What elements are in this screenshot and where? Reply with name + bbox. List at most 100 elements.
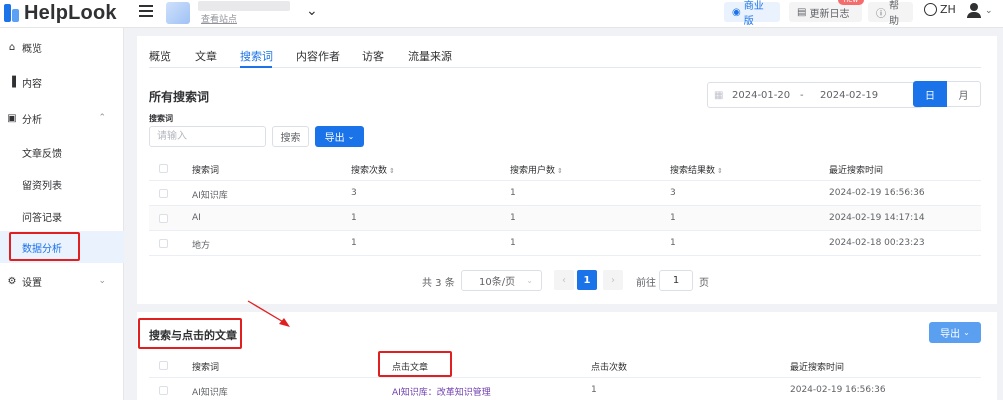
sidebar-subitem-qa-records[interactable]: 问答记录 — [0, 200, 124, 232]
tab-overview[interactable]: 概览 — [149, 48, 171, 64]
view-site-link[interactable]: 查看站点 — [201, 12, 237, 25]
tab-articles[interactable]: 文章 — [195, 48, 217, 64]
table-header-row: 搜索词 搜索次数 ⇕ 搜索用户数 ⇕ 搜索结果数 ⇕ 最近搜索时间 — [149, 156, 981, 181]
calendar-icon: ▦ — [714, 89, 724, 101]
export-label: 导出 — [324, 133, 345, 144]
help-label: 帮助 — [889, 1, 899, 27]
goto-label: 前往 — [636, 278, 656, 289]
chevron-down-icon: ⌄ — [526, 276, 533, 285]
section-title-search-terms: 所有搜索词 — [149, 90, 210, 104]
cell-results: 1 — [670, 213, 676, 223]
business-plan-label: 商业版 — [743, 1, 764, 27]
home-icon: ⌂ — [8, 41, 16, 53]
select-all-checkbox[interactable] — [159, 361, 168, 370]
sidebar-item-settings[interactable]: ⚙ 设置 ⌄ — [0, 265, 124, 297]
table-row: AI知识库 3 1 3 2024-02-19 16:56:36 — [149, 181, 981, 206]
sidebar-subitem-data-analysis[interactable]: 数据分析 — [0, 231, 124, 263]
menu-toggle-icon[interactable] — [139, 5, 153, 19]
export-articles-button[interactable]: 导出 ⌄ — [929, 322, 981, 343]
cell-count: 3 — [351, 188, 357, 198]
goto-page-input[interactable] — [659, 270, 693, 291]
helplook-logo[interactable]: HelpLook — [4, 2, 117, 24]
cell-term: AI知识库 — [192, 191, 228, 201]
sidebar-subitem-label: 问答记录 — [22, 212, 62, 224]
clicked-articles-table: 搜索词 点击文章 点击次数 最近搜索时间 AI知识库 AI知识库：改革知识管理 … — [149, 353, 981, 400]
shield-check-icon: ◉ — [732, 6, 741, 18]
sidebar-subitem-label: 文章反馈 — [22, 148, 62, 160]
page-suffix: 页 — [699, 278, 709, 289]
chevron-down-icon[interactable]: ⌄ — [306, 3, 318, 19]
sort-icon: ⇕ — [389, 167, 395, 175]
next-page-button[interactable]: › — [603, 270, 623, 290]
cell-term: AI — [192, 213, 201, 223]
sidebar-item-label: 概览 — [22, 43, 42, 55]
column-header: 点击次数 — [591, 363, 628, 373]
column-header-search-count[interactable]: 搜索次数 ⇕ — [351, 163, 395, 176]
prev-page-button[interactable]: ‹ — [554, 270, 574, 290]
page-size-value: 10条/页 — [479, 277, 516, 288]
page-size-select[interactable]: 10条/页 ⌄ — [461, 270, 542, 291]
sidebar-subitem-article-feedback[interactable]: 文章反馈 — [0, 136, 124, 168]
sidebar-item-overview[interactable]: ⌂ 概览 — [0, 31, 124, 63]
sidebar-item-content[interactable]: ▐ 内容 — [0, 66, 124, 98]
column-header-search-users[interactable]: 搜索用户数 ⇕ — [510, 163, 563, 176]
sort-icon: ⇕ — [557, 167, 563, 175]
cell-last-time: 2024-02-19 16:56:36 — [829, 188, 925, 198]
search-term-input[interactable] — [149, 126, 266, 147]
row-checkbox[interactable] — [159, 189, 168, 198]
select-all-checkbox[interactable] — [159, 164, 168, 173]
export-button[interactable]: 导出 ⌄ — [315, 126, 364, 147]
row-checkbox[interactable] — [159, 239, 168, 248]
question-icon: ⓘ — [876, 8, 886, 20]
cell-results: 1 — [670, 238, 676, 248]
new-badge: new — [838, 0, 864, 5]
business-plan-button[interactable]: ◉ 商业版 — [724, 1, 780, 27]
article-link[interactable]: AI知识库：改革知识管理 — [392, 385, 491, 398]
site-name-redacted — [198, 1, 290, 11]
help-button[interactable]: ⓘ 帮助 — [868, 1, 913, 27]
table-row: AI知识库 AI知识库：改革知识管理 1 2024-02-19 16:56:36 — [149, 378, 981, 400]
document-icon: ▤ — [797, 6, 807, 18]
globe-icon — [924, 3, 937, 16]
date-start: 2024-01-20 — [732, 89, 791, 101]
search-button[interactable]: 搜索 — [272, 126, 309, 147]
cell-last-time: 2024-02-19 16:56:36 — [790, 385, 886, 395]
row-checkbox[interactable] — [159, 214, 168, 223]
column-header: 最近搜索时间 — [790, 363, 845, 373]
cell-users: 1 — [510, 238, 516, 248]
page-number-current[interactable]: 1 — [577, 270, 597, 290]
tab-authors[interactable]: 内容作者 — [296, 48, 340, 64]
chevron-right-icon: › — [611, 274, 615, 286]
date-range-picker[interactable]: ▦ 2024-01-20 - 2024-02-19 — [707, 82, 923, 108]
chevron-down-icon: ⌄ — [985, 6, 993, 16]
cell-results: 3 — [670, 188, 676, 198]
table-header-row: 搜索词 点击文章 点击次数 最近搜索时间 — [149, 353, 981, 378]
top-header: HelpLook 查看站点 ⌄ ◉ 商业版 ▤ 更新日志 new ⓘ 帮助 ZH… — [0, 0, 1003, 28]
chevron-down-icon: ⌄ — [98, 276, 106, 286]
language-switcher[interactable]: ZH — [924, 3, 956, 16]
tab-search-terms[interactable]: 搜索词 — [240, 48, 273, 64]
chevron-down-icon: ⌄ — [347, 132, 355, 141]
changelog-label: 更新日志 — [809, 8, 850, 20]
cell-clicks: 1 — [591, 385, 597, 395]
date-separator: - — [800, 89, 804, 101]
logo-text: HelpLook — [24, 1, 117, 24]
cell-users: 1 — [510, 213, 516, 223]
granularity-day-button[interactable]: 日 — [913, 81, 947, 107]
cell-count: 1 — [351, 213, 357, 223]
cell-last-time: 2024-02-18 00:23:23 — [829, 238, 925, 248]
tab-traffic-sources[interactable]: 流量来源 — [408, 48, 452, 64]
changelog-button[interactable]: ▤ 更新日志 — [789, 2, 862, 22]
bars-icon: ▐ — [8, 76, 16, 88]
column-header: 最近搜索时间 — [829, 166, 884, 176]
chevron-left-icon: ‹ — [562, 274, 566, 286]
sidebar-subitem-label: 数据分析 — [22, 243, 62, 255]
row-checkbox[interactable] — [159, 386, 168, 395]
sidebar-item-analytics[interactable]: ▣ 分析 ⌃ — [0, 102, 124, 134]
granularity-month-button[interactable]: 月 — [947, 81, 981, 107]
tab-visitors[interactable]: 访客 — [362, 48, 384, 64]
sort-icon: ⇕ — [717, 167, 723, 175]
sidebar-subitem-leads[interactable]: 留资列表 — [0, 168, 124, 200]
cell-users: 1 — [510, 188, 516, 198]
column-header-result-count[interactable]: 搜索结果数 ⇕ — [670, 163, 723, 176]
